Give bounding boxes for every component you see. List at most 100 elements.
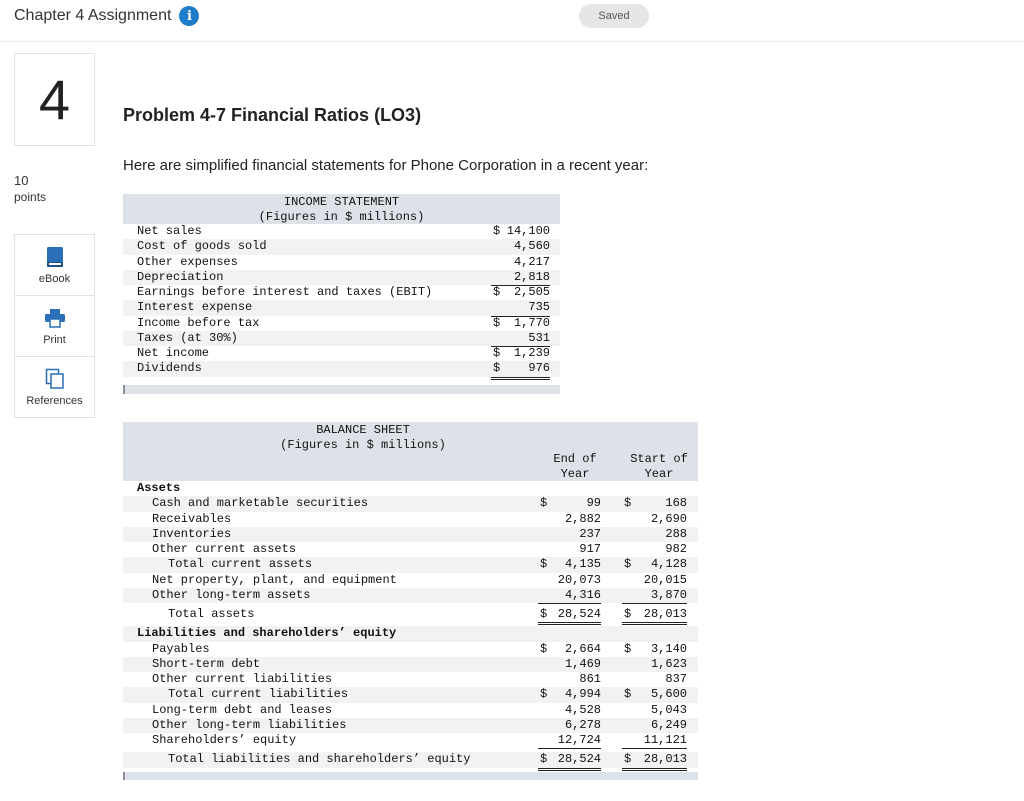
balance-sheet-title: BALANCE SHEET xyxy=(316,423,410,437)
balance-row: Short-term debt 1,469 1,623 xyxy=(123,656,698,672)
income-row: Earnings before interest and taxes (EBIT… xyxy=(123,285,560,300)
income-row-label: Net sales xyxy=(137,224,202,238)
income-row-value: 531 xyxy=(491,331,550,347)
income-row-label: Net income xyxy=(137,346,210,360)
balance-row-start-value: 11,121 xyxy=(622,733,687,750)
balance-row-start-value: 168 xyxy=(665,496,687,511)
assignment-title-group: Chapter 4 Assignment i xyxy=(14,6,200,26)
references-label: References xyxy=(26,394,83,407)
question-number: 4 xyxy=(14,53,95,146)
balance-row-end-dollar-sign: $ xyxy=(540,687,548,702)
balance-row: Cash and marketable securities 99 168 $ $ xyxy=(123,496,698,512)
balance-row-label: Shareholders’ equity xyxy=(152,733,297,747)
income-row-label: Interest expense xyxy=(137,300,253,315)
balance-sheet-footer xyxy=(123,771,698,780)
balance-row-end-value: 28,524 xyxy=(538,752,601,771)
balance-row-end-value: 99 xyxy=(586,496,601,511)
income-row-value: 4,560 xyxy=(513,239,550,254)
balance-row-end-dollar-sign: $ xyxy=(540,557,548,572)
balance-row-start-value: 28,013 xyxy=(622,607,687,626)
balance-row: Inventories 237 288 xyxy=(123,526,698,542)
balance-row-end-value: 1,469 xyxy=(564,656,601,671)
balance-row-start-dollar-sign: $ xyxy=(624,496,632,511)
balance-row-label: Cash and marketable securities xyxy=(152,496,369,511)
balance-row: Other current assets 917 982 xyxy=(123,542,698,559)
printer-icon xyxy=(44,307,66,329)
top-bar: Chapter 4 Assignment i Saved xyxy=(0,0,1024,42)
income-row: Taxes (at 30%) 531 xyxy=(123,330,560,347)
balance-row-start-value: 20,015 xyxy=(643,572,687,587)
balance-row-start-dollar-sign: $ xyxy=(624,641,632,656)
balance-row-label: Total liabilities and shareholders’ equi… xyxy=(168,752,471,767)
income-row: Other expenses 4,217 xyxy=(123,255,560,270)
ebook-label: eBook xyxy=(38,272,71,285)
income-row-dollar-sign: $ xyxy=(493,285,501,299)
balance-row-label: Other long-term assets xyxy=(152,587,311,602)
balance-row-label: Inventories xyxy=(152,526,232,541)
income-statement: INCOME STATEMENT (Figures in $ millions)… xyxy=(123,194,560,394)
balance-sheet-rows: Assets Cash and marketable securities 99 16… xyxy=(123,481,698,771)
balance-row-end-dollar-sign: $ xyxy=(540,752,548,767)
income-statement-subtitle: (Figures in $ millions) xyxy=(258,210,425,224)
income-row-dollar-sign: $ xyxy=(493,224,501,238)
income-row-dollar-sign: $ xyxy=(493,315,501,330)
income-row-label: Taxes (at 30%) xyxy=(137,330,238,345)
income-row: Net income 1,239 $ xyxy=(123,346,560,361)
balance-row-start-dollar-sign: $ xyxy=(624,557,632,572)
balance-row: Long-term debt and leases 4,528 5,043 xyxy=(123,703,698,718)
balance-row-end-value: 28,524 xyxy=(538,607,601,626)
balance-row-label: Other current assets xyxy=(152,542,297,556)
balance-row-label: Short-term debt xyxy=(152,656,261,671)
points-block: 10 points xyxy=(14,173,46,205)
print-label: Print xyxy=(43,333,66,346)
income-row-value: 4,217 xyxy=(513,254,550,269)
balance-section-header: Liabilities and shareholders’ equity xyxy=(123,626,698,642)
references-icon xyxy=(45,368,65,390)
balance-row-end-value: 2,664 xyxy=(564,641,601,656)
column-header-start-of-year: Start of Year xyxy=(621,452,697,482)
balance-row-start-value: 2,690 xyxy=(650,511,687,526)
print-button[interactable]: Print xyxy=(15,296,94,357)
balance-row: Total current assets 4,135 4,128 $ $ xyxy=(123,557,698,573)
info-icon[interactable]: i xyxy=(179,6,200,26)
income-row-dollar-sign: $ xyxy=(493,346,501,360)
tools-panel: eBook Print References xyxy=(14,234,95,418)
balance-row-start-value: 837 xyxy=(622,672,687,689)
balance-row: Net property, plant, and equipment 20,073… xyxy=(123,573,698,588)
balance-row: Payables 2,664 3,140 $ $ xyxy=(123,642,698,657)
column-header-end-line2: Year xyxy=(560,467,590,481)
balance-row: Total liabilities and shareholders’ equi… xyxy=(123,752,698,771)
balance-row-end-value: 237 xyxy=(579,526,601,541)
column-header-start-line1: Start of xyxy=(630,452,688,466)
balance-row-start-dollar-sign: $ xyxy=(624,687,632,702)
balance-row: Other long-term liabilities 6,278 6,249 xyxy=(123,717,698,733)
balance-row-start-dollar-sign: $ xyxy=(624,752,632,767)
balance-row-end-dollar-sign: $ xyxy=(540,641,548,656)
income-row-label: Other expenses xyxy=(137,254,238,269)
balance-row-label: Total current assets xyxy=(168,557,313,572)
income-row-dollar-sign: $ xyxy=(493,361,501,376)
balance-row-label: Other current liabilities xyxy=(152,672,333,686)
column-header-end-of-year: End of Year xyxy=(537,452,613,482)
income-row-label: Income before tax xyxy=(137,315,260,330)
income-row-value: 735 xyxy=(491,300,550,317)
problem-title: Problem 4-7 Financial Ratios (LO3) xyxy=(123,105,422,125)
saved-status-badge: Saved xyxy=(579,4,649,28)
income-statement-title: INCOME STATEMENT xyxy=(283,195,400,209)
balance-row: Total current liabilities 4,994 5,600 $ $ xyxy=(123,687,698,703)
balance-row: Shareholders’ equity 12,724 11,121 xyxy=(123,733,698,750)
balance-row-label: Payables xyxy=(152,641,210,656)
income-statement-header: INCOME STATEMENT (Figures in $ millions) xyxy=(123,194,560,224)
references-button[interactable]: References xyxy=(15,357,94,417)
income-row: Net sales 14,100 $ xyxy=(123,224,560,239)
problem-intro: Here are simplified financial statements… xyxy=(123,157,649,174)
ebook-button[interactable]: eBook xyxy=(15,235,94,296)
balance-row-end-dollar-sign: $ xyxy=(540,496,548,511)
income-row: Dividends 976 $ xyxy=(123,361,560,380)
balance-sheet-subtitle: (Figures in $ millions) xyxy=(280,438,446,452)
balance-row-end-dollar-sign: $ xyxy=(540,607,548,621)
income-row-label: Earnings before interest and taxes (EBIT… xyxy=(137,285,433,299)
balance-row: Receivables 2,882 2,690 xyxy=(123,512,698,527)
balance-row-label: Liabilities and shareholders’ equity xyxy=(137,626,397,641)
balance-row-end-value: 917 xyxy=(538,542,601,559)
